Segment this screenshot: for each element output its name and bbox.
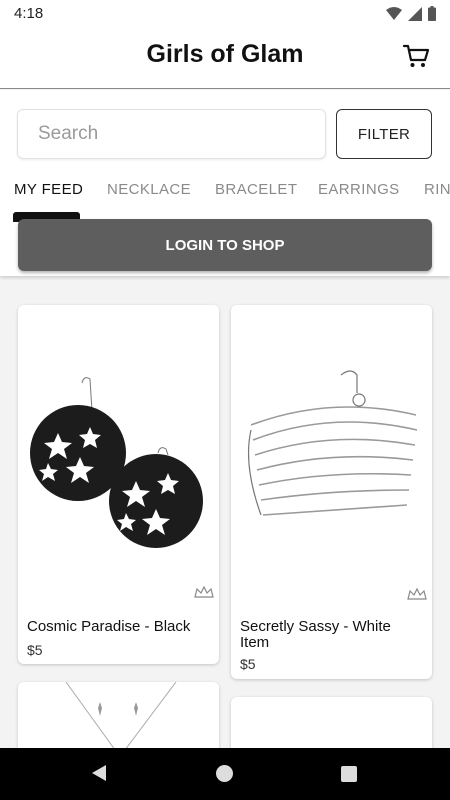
crown-icon — [407, 587, 427, 600]
search-input[interactable] — [18, 110, 325, 158]
product-image-earrings — [18, 305, 219, 605]
product-card[interactable]: Secretly Sassy - White Item $5 — [231, 305, 432, 679]
tab-necklace[interactable]: NECKLACE — [107, 181, 191, 198]
cart-icon — [402, 44, 430, 67]
battery-icon — [428, 6, 436, 21]
crown-icon — [194, 585, 214, 598]
home-icon[interactable] — [216, 765, 233, 782]
filter-button[interactable]: FILTER — [336, 109, 432, 159]
search-field[interactable] — [17, 109, 326, 159]
product-name: Secretly Sassy - White Item — [240, 618, 391, 651]
app-title: Girls of Glam — [146, 40, 304, 68]
recent-apps-icon[interactable] — [341, 766, 357, 782]
tab-my-feed[interactable]: MY FEED — [14, 181, 83, 198]
system-nav-bar — [0, 748, 450, 800]
product-price: $5 — [240, 656, 256, 672]
product-card[interactable]: Cosmic Paradise - Black $5 — [18, 305, 219, 664]
product-name: Cosmic Paradise - Black — [27, 618, 191, 635]
signal-icon — [408, 6, 422, 21]
tab-rings[interactable]: RIN — [424, 181, 450, 198]
tab-bracelet[interactable]: BRACELET — [215, 181, 297, 198]
tab-earrings[interactable]: EARRINGS — [318, 181, 400, 198]
app-header: Girls of Glam — [0, 28, 450, 89]
back-icon[interactable] — [90, 764, 108, 782]
product-price: $5 — [27, 642, 43, 658]
status-icons — [386, 6, 436, 21]
cart-button[interactable] — [402, 42, 430, 70]
product-image-bracelet — [231, 305, 432, 605]
login-to-shop-button[interactable]: LOGIN TO SHOP — [18, 219, 432, 271]
search-panel: FILTER MY FEED NECKLACE BRACELET EARRING… — [0, 90, 450, 276]
status-bar: 4:18 — [0, 0, 450, 28]
wifi-icon — [386, 6, 402, 20]
status-time: 4:18 — [14, 5, 44, 22]
